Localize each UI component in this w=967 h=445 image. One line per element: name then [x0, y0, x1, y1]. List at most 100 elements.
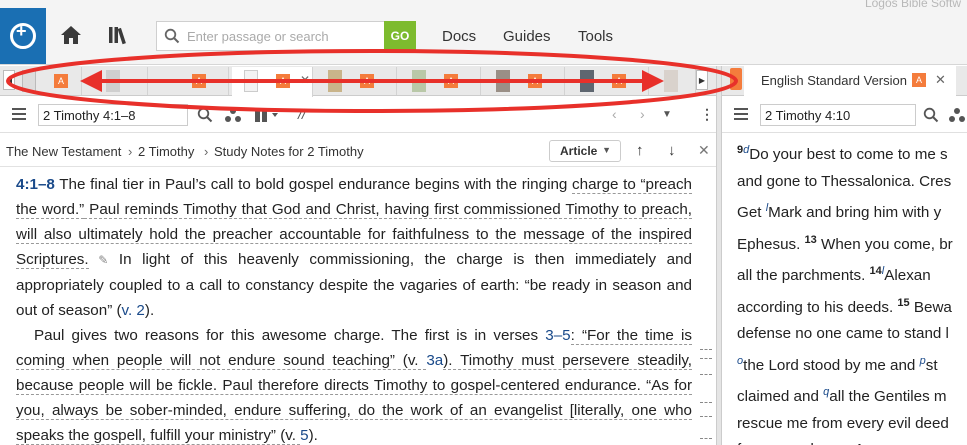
breadcrumb-item[interactable]: Study Notes for 2 Timothy	[214, 144, 364, 159]
search-box[interactable]: GO	[156, 21, 416, 51]
logos-home-button[interactable]	[0, 8, 46, 64]
bible-text-line: forever and ever. Amen.	[737, 437, 967, 445]
scroll-marker	[700, 374, 712, 375]
next-article-icon[interactable]: ↓	[668, 142, 676, 159]
scroll-marker	[700, 349, 712, 350]
resource-tab-icon[interactable]	[730, 68, 742, 90]
verse-text: Do your best to come to me s	[749, 146, 948, 164]
tab-badge: A	[612, 74, 626, 88]
verse-text: When you come, br	[816, 235, 953, 253]
tab-resource[interactable]: A	[568, 67, 649, 95]
logos-logo-icon	[10, 21, 36, 49]
verse-text: st	[925, 356, 938, 374]
view-mode-dropdown[interactable]: Article ▼	[549, 140, 621, 162]
verse-text: and gone to Thessalonica. Cres	[737, 172, 952, 190]
tab-scroll-right-button[interactable]: ▶	[696, 70, 708, 90]
tab-badge: A	[54, 74, 68, 88]
tab-badge: A	[912, 73, 926, 87]
verse-text: according to his deeds.	[737, 298, 898, 316]
tab-resource[interactable]: A	[400, 67, 481, 95]
search-icon[interactable]	[197, 107, 213, 123]
verse-number[interactable]: 13	[805, 234, 817, 246]
bible-text-line: claimed and qall the Gentiles m	[737, 379, 967, 411]
verse-text: defense no one came to stand l	[737, 325, 949, 343]
verse-number[interactable]: 14	[870, 265, 882, 277]
close-tab-icon[interactable]: ✕	[935, 72, 946, 88]
panel-menu-icon[interactable]	[12, 108, 26, 120]
go-button[interactable]: GO	[384, 21, 416, 51]
article-content: 4:1–8 The final tier in Paul’s call to b…	[16, 172, 693, 445]
note-pencil-icon[interactable]: ✎	[89, 253, 108, 267]
bible-text-line: 9dDo your best to come to me s	[737, 137, 967, 169]
tab-resource[interactable]: A	[316, 67, 397, 95]
visual-filters-icon[interactable]	[948, 107, 966, 123]
verse-reference-link[interactable]: 3–5	[545, 327, 570, 344]
tab-badge: A	[192, 74, 206, 88]
resource-thumbnail	[244, 70, 258, 92]
scroll-marker	[700, 402, 712, 403]
menu-docs[interactable]: Docs	[442, 28, 476, 45]
tab-badge: A	[444, 74, 458, 88]
verse-reference-link[interactable]: v. 2	[122, 302, 145, 319]
tab-resource[interactable]	[652, 67, 696, 95]
search-input[interactable]	[187, 26, 377, 46]
bible-text-line: and gone to Thessalonica. Cres	[737, 169, 967, 196]
view-mode-label: Article	[560, 144, 598, 158]
close-icon[interactable]: ✕	[698, 142, 710, 159]
resource-thumbnail	[664, 70, 678, 92]
tab-resource[interactable]: A	[484, 67, 565, 95]
tab-resource[interactable]	[82, 67, 148, 95]
search-icon	[164, 28, 180, 44]
article-paragraph: Paul gives two reasons for this awesome …	[16, 327, 693, 445]
bible-text-line: Get lMark and bring him with y	[737, 195, 967, 227]
article-paragraph: 4:1–8 The final tier in Paul’s call to b…	[16, 176, 692, 319]
breadcrumb-separator: ›	[128, 144, 133, 159]
forward-icon[interactable]: ›	[640, 106, 645, 122]
chevron-down-icon: ▼	[602, 145, 611, 155]
menu-tools[interactable]: Tools	[578, 28, 613, 45]
resource-thumbnail	[106, 70, 120, 92]
parallel-resources-icon[interactable]	[254, 107, 280, 123]
scroll-marker	[700, 358, 712, 359]
passage-reference-link[interactable]: 4:1–8	[16, 176, 55, 193]
resource-thumbnail	[580, 70, 594, 92]
scroll-marker	[700, 416, 712, 417]
verse-text: Bewa	[909, 298, 952, 316]
resource-thumbnail	[412, 70, 426, 92]
verse-number[interactable]: 15	[897, 297, 909, 309]
main-toolbar: Logos Bible Softw GO Docs Guides Tools	[0, 0, 967, 65]
tab-resource[interactable]: A	[16, 67, 82, 95]
panel-menu-icon[interactable]	[734, 108, 748, 120]
bible-text-line: all the parchments. 14lAlexan	[737, 258, 967, 290]
history-dropdown-icon[interactable]: ▼	[662, 109, 672, 120]
right-pane-toolbar	[722, 97, 967, 133]
tab-scroll-left-button[interactable]: ◀	[3, 70, 15, 90]
verse-text: all the parchments.	[737, 267, 870, 285]
menu-guides[interactable]: Guides	[503, 28, 551, 45]
reference-input[interactable]	[38, 104, 188, 126]
tab-english-standard-version[interactable]: English Standard Version A ✕	[744, 66, 956, 96]
tab-resource[interactable]: A	[148, 67, 229, 95]
library-icon[interactable]	[106, 22, 132, 48]
tab-badge: A	[276, 74, 290, 88]
text-display-icon[interactable]: //	[298, 106, 306, 122]
home-icon[interactable]	[58, 22, 84, 48]
back-icon[interactable]: ‹	[612, 106, 617, 122]
visual-filters-icon[interactable]	[224, 107, 242, 123]
verse-reference-link[interactable]: 3a	[426, 352, 443, 369]
bible-text-line: rescue me from every evil deed	[737, 411, 967, 438]
more-options-icon[interactable]: ⋮	[700, 106, 714, 123]
breadcrumb-item[interactable]: 2 Timothy	[138, 144, 194, 159]
bible-text-line: according to his deeds. 15 Bewa	[737, 290, 967, 322]
previous-article-icon[interactable]: ↑	[636, 142, 644, 159]
tab-badge: A	[360, 74, 374, 88]
tab-label: English Standard Version	[761, 73, 907, 88]
breadcrumb-item[interactable]: The New Testament	[6, 144, 121, 159]
search-icon[interactable]	[923, 107, 939, 123]
breadcrumb-separator: ›	[204, 144, 209, 159]
verse-text: Mark and bring him with y	[768, 204, 942, 222]
reference-input[interactable]	[760, 104, 916, 126]
tab-resource-active[interactable]: A ✕	[232, 67, 313, 97]
verse-reference-link[interactable]: 5	[300, 427, 308, 444]
close-tab-icon[interactable]: ✕	[300, 73, 310, 87]
